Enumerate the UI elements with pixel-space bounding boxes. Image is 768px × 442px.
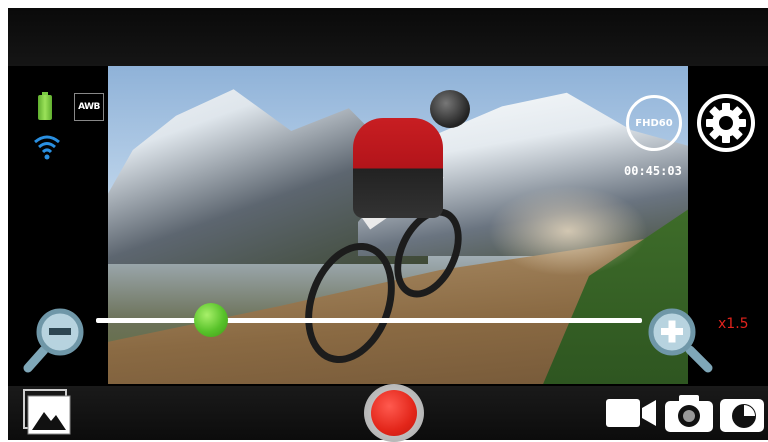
white-balance-badge: AWB	[74, 93, 104, 121]
zoom-in-icon[interactable]	[642, 306, 716, 374]
zoom-slider-track[interactable]	[96, 318, 642, 323]
zoom-slider-thumb[interactable]	[193, 303, 228, 337]
rider-helmet	[430, 90, 470, 128]
dust-cloud	[488, 186, 648, 276]
record-button[interactable]	[364, 384, 424, 442]
recording-time: 00:45:03	[624, 164, 682, 178]
photo-camera-icon[interactable]	[662, 392, 716, 434]
top-bar	[8, 8, 768, 66]
self-timer-icon[interactable]	[718, 392, 766, 434]
zoom-out-icon[interactable]	[22, 306, 94, 374]
zoom-level-label: x1.5	[718, 316, 749, 332]
resolution-badge[interactable]: FHD60	[626, 95, 682, 151]
wifi-icon	[34, 135, 60, 160]
video-camera-icon[interactable]	[604, 394, 658, 432]
battery-full-icon	[38, 92, 52, 120]
gallery-icon[interactable]	[20, 388, 72, 436]
camera-preview	[108, 66, 688, 384]
settings-gear-icon[interactable]	[696, 93, 756, 153]
rider	[353, 118, 443, 218]
